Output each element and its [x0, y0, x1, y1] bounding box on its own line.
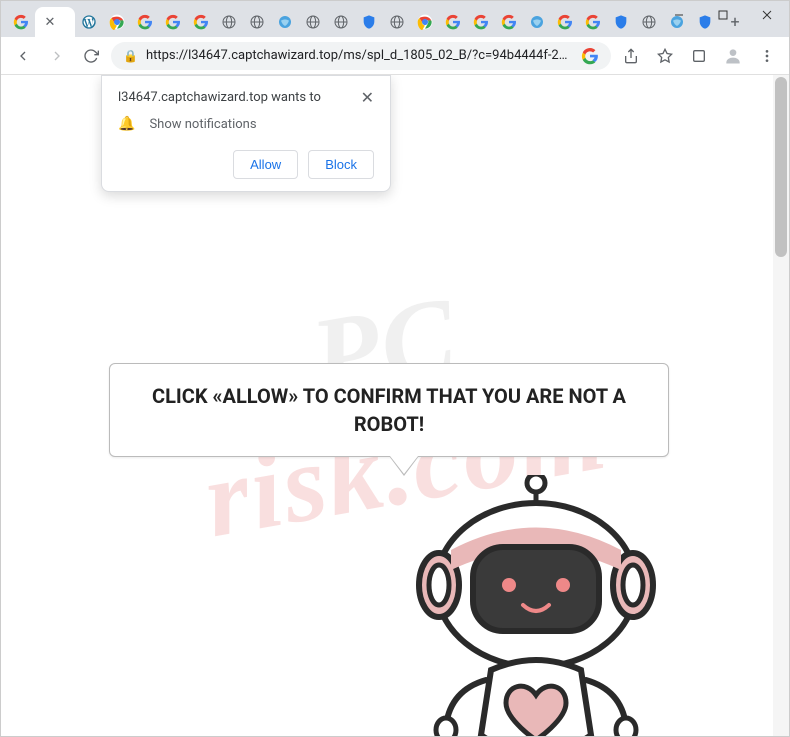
tab[interactable] — [131, 7, 159, 37]
tab[interactable] — [383, 7, 411, 37]
wordpress-icon — [81, 14, 97, 30]
google-icon — [445, 14, 461, 30]
tab[interactable] — [607, 7, 635, 37]
tab[interactable] — [411, 7, 439, 37]
toolbar: 🔒 https://l34647.captchawizard.top/ms/sp… — [1, 37, 789, 75]
google-icon — [165, 14, 181, 30]
tab[interactable] — [7, 7, 35, 37]
robot-illustration — [391, 475, 681, 736]
tab[interactable] — [523, 7, 551, 37]
block-button[interactable]: Block — [308, 150, 374, 179]
page-content: PC risk.com l34647.captchawizard.top wan… — [1, 75, 789, 736]
minimize-button[interactable] — [657, 1, 701, 29]
globe-icon — [305, 14, 321, 30]
permission-title: l34647.captchawizard.top wants to — [118, 90, 321, 105]
google-icon — [557, 14, 573, 30]
forward-button[interactable] — [43, 42, 71, 70]
allow-button[interactable]: Allow — [233, 150, 298, 179]
extensions-button[interactable] — [685, 42, 713, 70]
title-bar: ✕ + — [1, 1, 789, 37]
tab[interactable] — [187, 7, 215, 37]
tab[interactable] — [243, 7, 271, 37]
google-search-icon[interactable] — [581, 47, 599, 65]
scrollbar[interactable] — [773, 75, 789, 736]
scrollbar-thumb[interactable] — [775, 77, 787, 257]
google-icon — [137, 14, 153, 30]
chrome-icon — [109, 14, 125, 30]
google-icon — [473, 14, 489, 30]
share-button[interactable] — [617, 42, 645, 70]
maximize-button[interactable] — [701, 1, 745, 29]
globe-icon — [277, 14, 293, 30]
globe-icon — [221, 14, 237, 30]
lock-icon: 🔒 — [123, 49, 138, 63]
window-controls — [657, 1, 789, 29]
profile-button[interactable] — [719, 42, 747, 70]
google-icon — [585, 14, 601, 30]
menu-button[interactable] — [753, 42, 781, 70]
tab[interactable] — [439, 7, 467, 37]
captcha-instruction-bubble: CLICK «ALLOW» TO CONFIRM THAT YOU ARE NO… — [109, 363, 669, 457]
url-text: https://l34647.captchawizard.top/ms/spl_… — [146, 48, 573, 63]
google-icon — [193, 14, 209, 30]
tab-active[interactable]: ✕ — [35, 7, 75, 37]
globe-icon — [641, 14, 657, 30]
back-button[interactable] — [9, 42, 37, 70]
bookmark-button[interactable] — [651, 42, 679, 70]
shield-icon — [361, 14, 377, 30]
tab[interactable] — [495, 7, 523, 37]
close-icon[interactable]: ✕ — [43, 15, 57, 29]
tab[interactable] — [159, 7, 187, 37]
tab[interactable] — [299, 7, 327, 37]
globe-icon — [249, 14, 265, 30]
tab[interactable] — [75, 7, 103, 37]
browser-window: ✕ + — [0, 0, 790, 737]
google-icon — [501, 14, 517, 30]
globe-icon — [333, 14, 349, 30]
google-icon — [13, 14, 29, 30]
globe-icon — [389, 14, 405, 30]
tab[interactable] — [551, 7, 579, 37]
tab[interactable] — [355, 7, 383, 37]
shield-icon — [613, 14, 629, 30]
tab[interactable] — [327, 7, 355, 37]
notification-permission-dialog: l34647.captchawizard.top wants to ✕ 🔔 Sh… — [101, 75, 391, 192]
address-bar[interactable]: 🔒 https://l34647.captchawizard.top/ms/sp… — [111, 42, 611, 70]
close-window-button[interactable] — [745, 1, 789, 29]
close-icon[interactable]: ✕ — [361, 90, 374, 106]
tab[interactable] — [579, 7, 607, 37]
tab[interactable] — [103, 7, 131, 37]
bell-icon: 🔔 — [118, 116, 135, 132]
chrome-icon — [417, 14, 433, 30]
permission-option: Show notifications — [149, 117, 256, 132]
tab[interactable] — [467, 7, 495, 37]
globe-icon — [529, 14, 545, 30]
tab[interactable] — [271, 7, 299, 37]
reload-button[interactable] — [77, 42, 105, 70]
bubble-text: CLICK «ALLOW» TO CONFIRM THAT YOU ARE NO… — [152, 384, 626, 436]
tab[interactable] — [215, 7, 243, 37]
